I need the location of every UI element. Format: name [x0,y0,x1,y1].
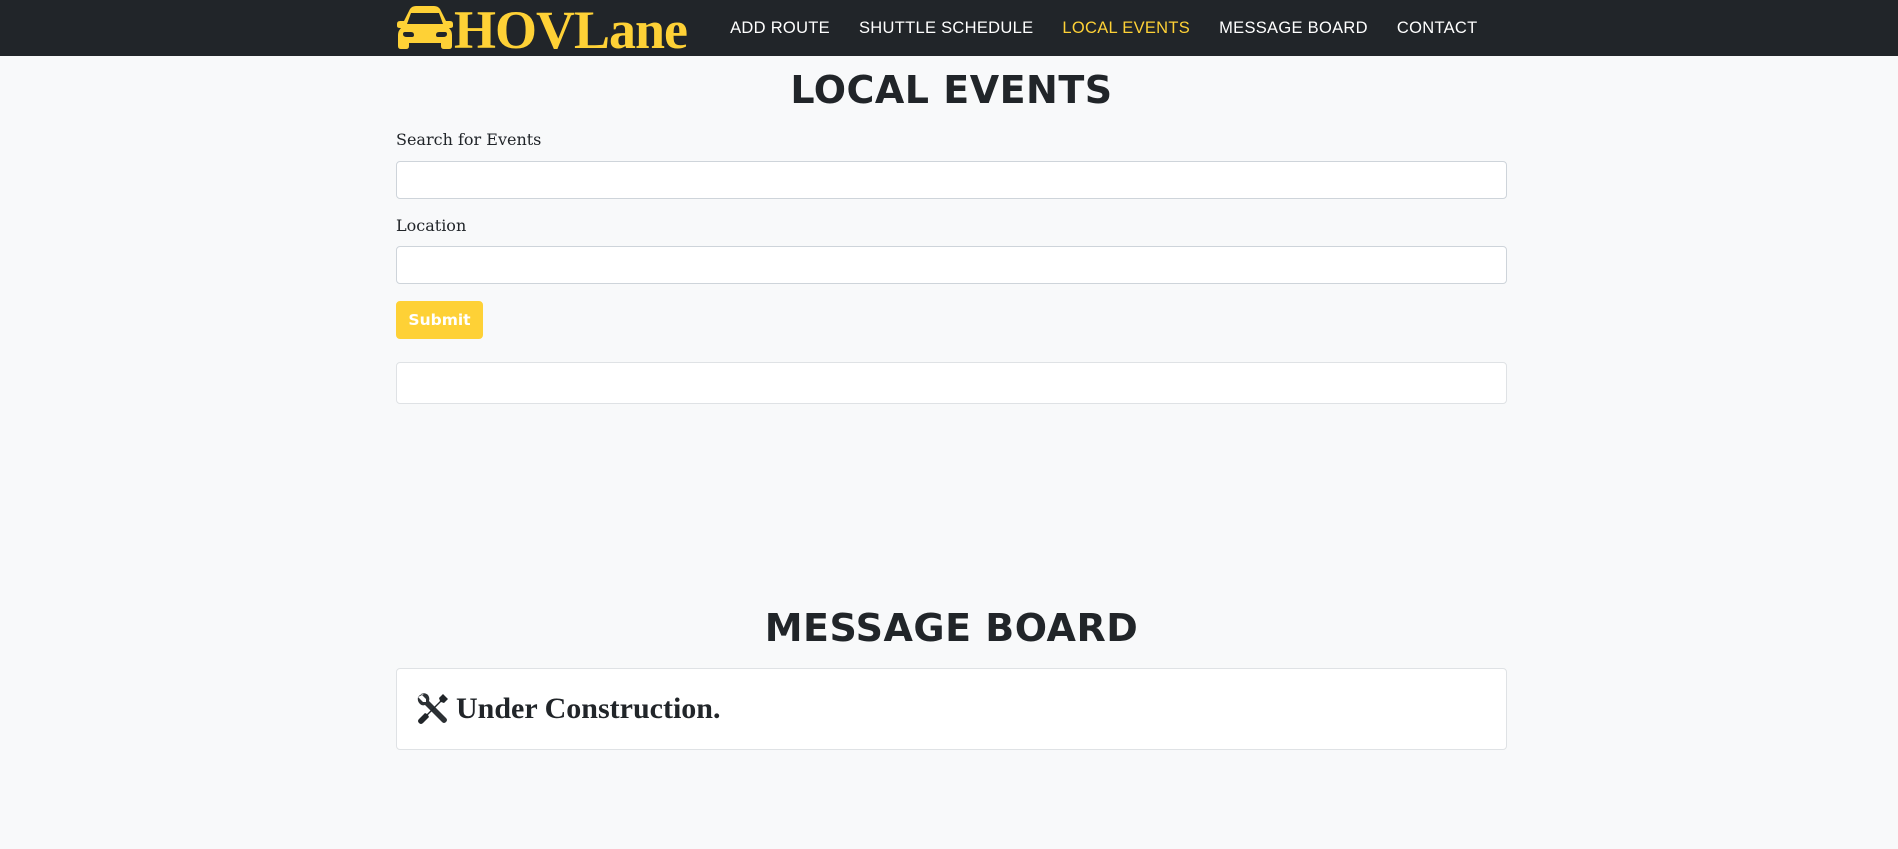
nav-local-events[interactable]: LOCAL EVENTS [1048,19,1205,37]
tools-icon [417,693,448,724]
car-icon [397,6,453,49]
events-results-box [396,362,1507,404]
location-input[interactable] [396,246,1507,284]
search-events-input[interactable] [396,161,1507,199]
brand-name: HOVLane [454,0,688,60]
nav-contact[interactable]: CONTACT [1382,19,1492,37]
message-board-card: Under Construction. [396,668,1507,750]
message-board-title: MESSAGE BOARD [764,606,1139,650]
location-label: Location [396,216,467,235]
under-construction-text: Under Construction. [456,692,721,725]
local-events-title: LOCAL EVENTS [790,68,1113,112]
submit-button[interactable]: Submit [396,301,483,339]
brand-logo-link[interactable]: HOVLane [396,0,688,60]
navbar: HOVLane ADD ROUTE SHUTTLE SCHEDULE LOCAL… [0,0,1898,60]
local-events-section: LOCAL EVENTS Search for Events Location … [396,64,1507,424]
nav-shuttle-schedule[interactable]: SHUTTLE SCHEDULE [844,19,1047,37]
message-board-section: MESSAGE BOARD Under Construction. [396,602,1507,752]
nav-message-board[interactable]: MESSAGE BOARD [1205,19,1383,37]
search-events-label: Search for Events [396,130,542,149]
nav-add-route[interactable]: ADD ROUTE [716,19,845,37]
nav-menu: ADD ROUTE SHUTTLE SCHEDULE LOCAL EVENTS … [716,0,1492,56]
